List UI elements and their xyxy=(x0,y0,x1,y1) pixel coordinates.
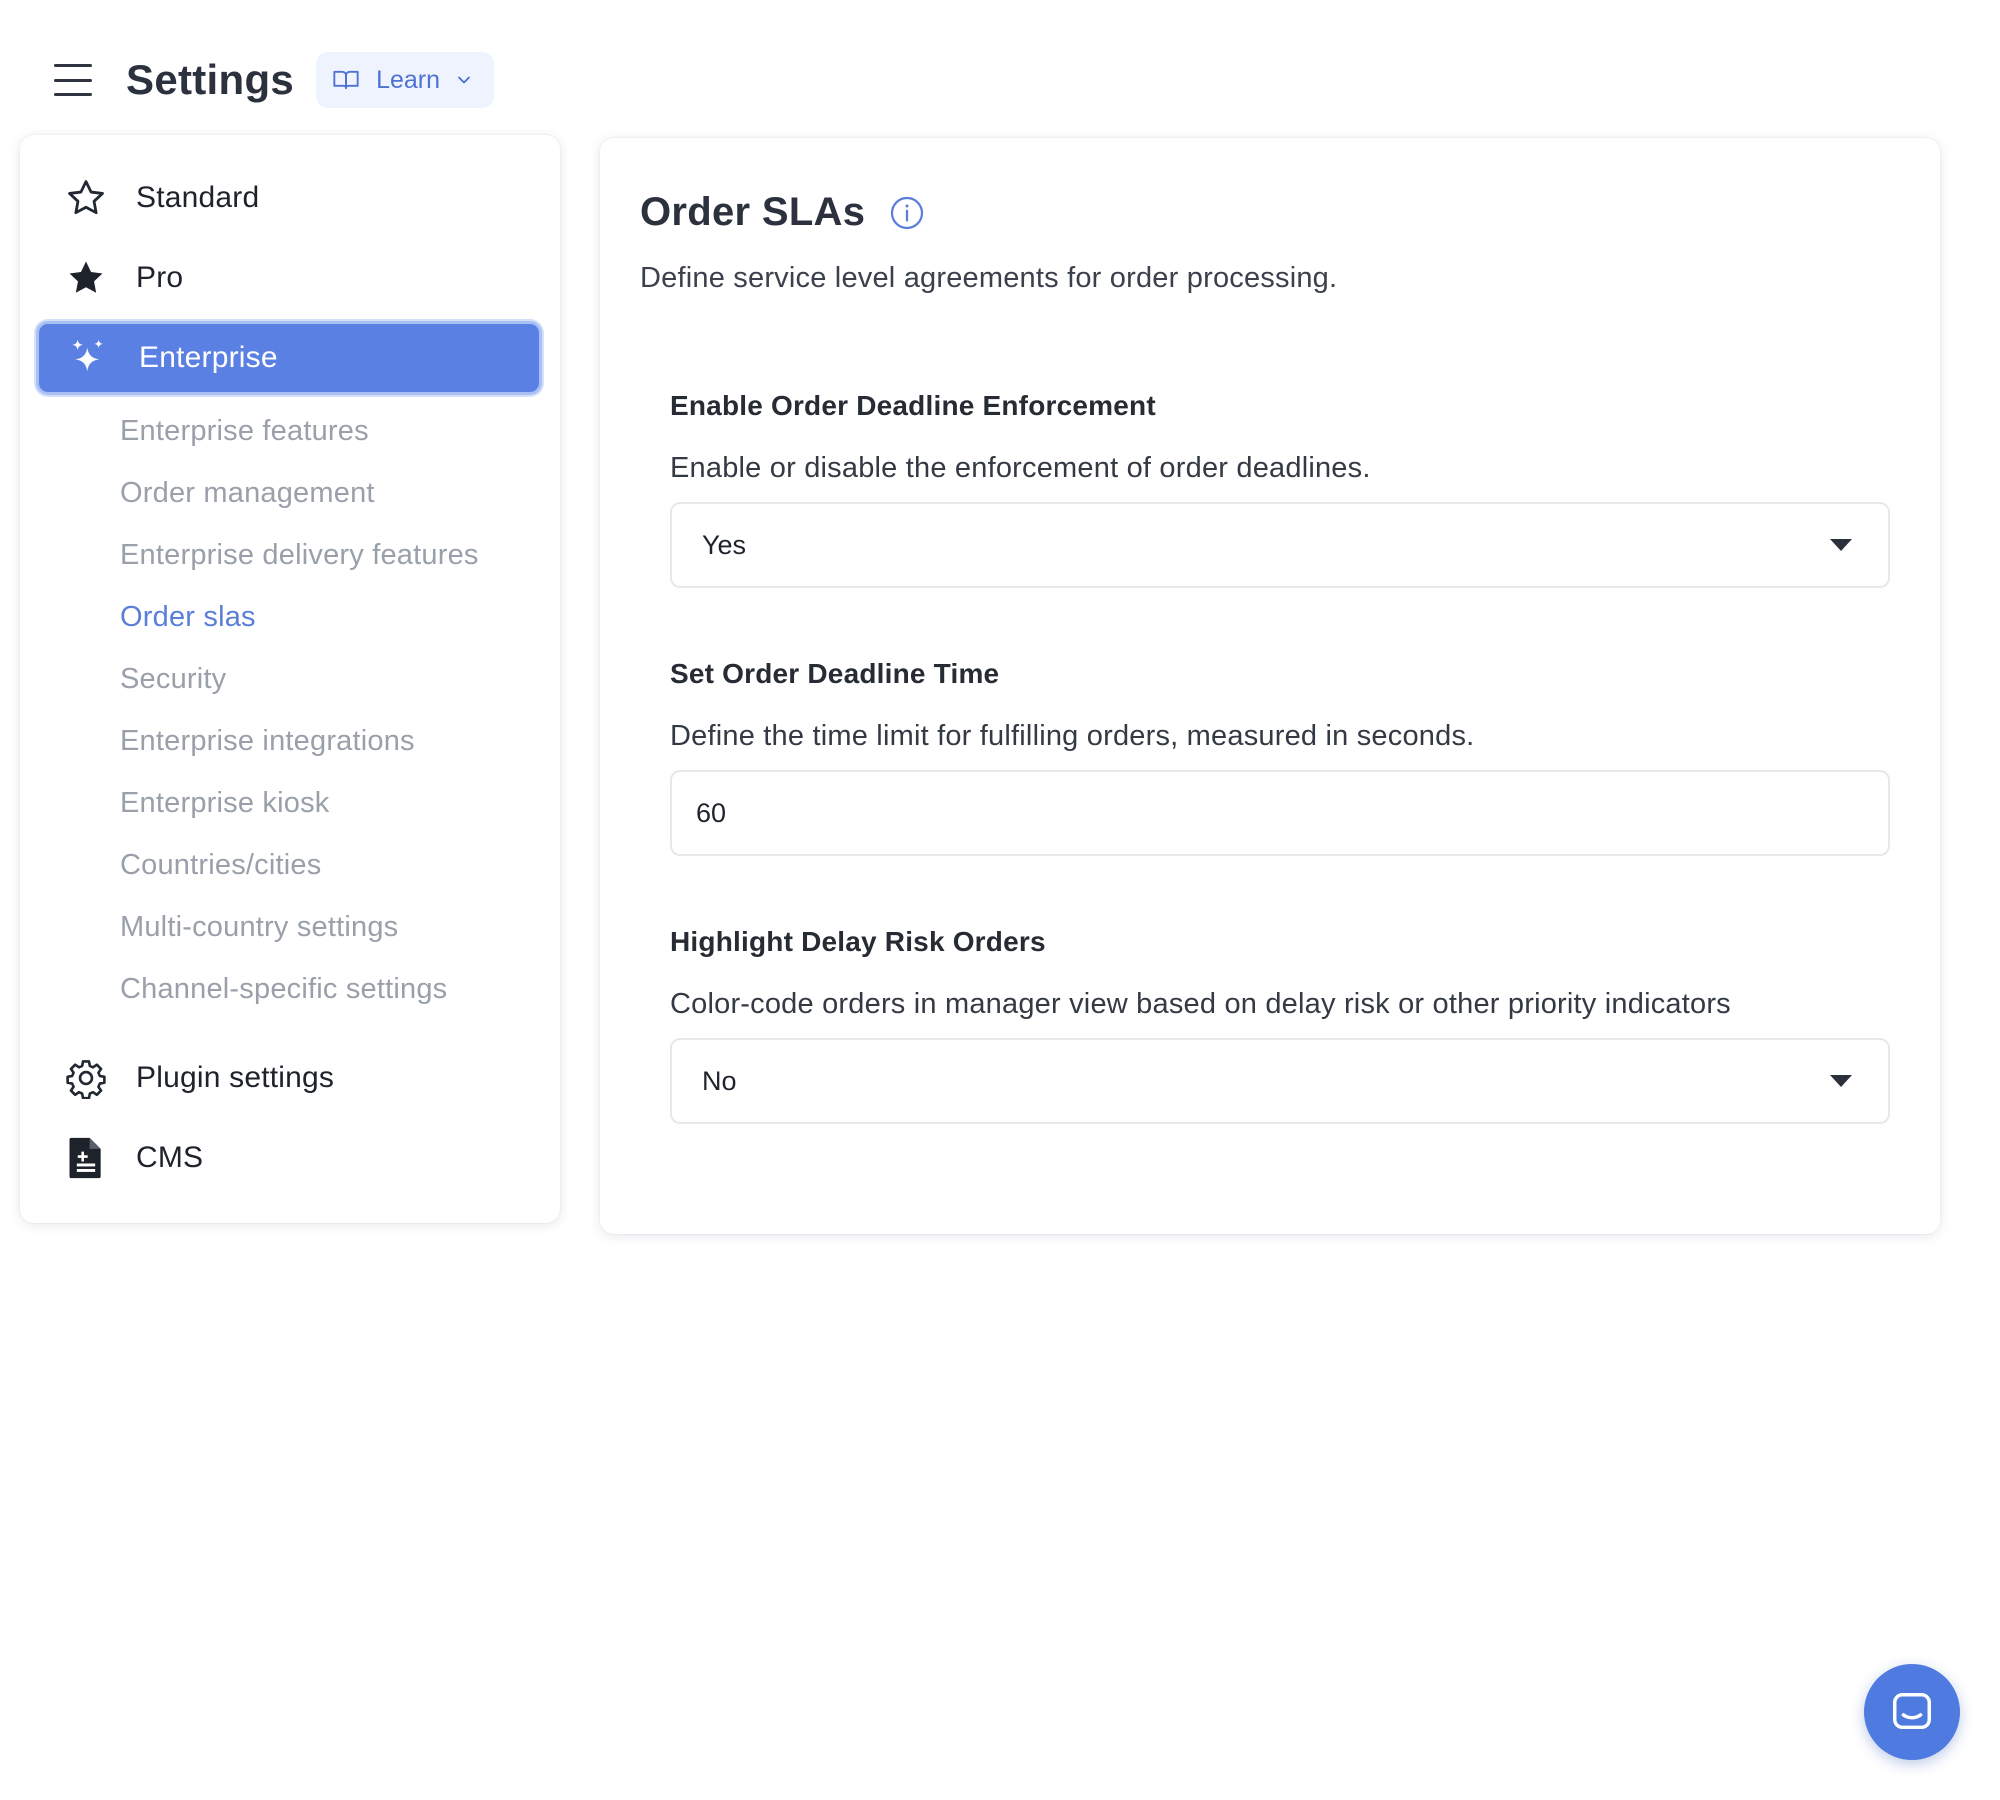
settings-sidebar: Standard Pro Enterprise Enterprise featu… xyxy=(20,135,560,1223)
sidebar-item-plugin-settings[interactable]: Plugin settings xyxy=(36,1041,542,1115)
section-title: Order SLAs xyxy=(640,190,866,234)
sidebar-item-standard[interactable]: Standard xyxy=(36,161,542,235)
deadline-time-input[interactable]: 60 xyxy=(670,770,1890,856)
sidebar-subitem-security[interactable]: Security xyxy=(120,663,226,696)
select-value: No xyxy=(702,1065,737,1096)
sidebar-subitem-order-slas[interactable]: Order slas xyxy=(120,601,256,634)
sidebar-subitem-order-management[interactable]: Order management xyxy=(120,477,375,510)
sidebar-subitem-multi-country-settings[interactable]: Multi-country settings xyxy=(120,911,398,944)
sidebar-item-enterprise[interactable]: Enterprise xyxy=(36,321,542,395)
sidebar-item-label: Pro xyxy=(136,261,184,294)
gear-icon xyxy=(64,1056,108,1100)
sidebar-item-label: Enterprise xyxy=(139,341,278,374)
sidebar-subitem-enterprise-features[interactable]: Enterprise features xyxy=(120,415,369,448)
hamburger-menu-icon[interactable] xyxy=(54,64,92,96)
delay-risk-help: Color-code orders in manager view based … xyxy=(670,988,1731,1020)
input-value: 60 xyxy=(696,797,727,828)
learn-label: Learn xyxy=(376,65,441,94)
caret-down-icon xyxy=(1830,539,1852,551)
chevron-down-icon xyxy=(458,76,470,84)
document-icon xyxy=(64,1136,108,1180)
delay-risk-select[interactable]: No xyxy=(670,1038,1890,1124)
book-icon xyxy=(333,70,359,90)
deadline-time-label: Set Order Deadline Time xyxy=(670,658,1000,689)
section-description: Define service level agreements for orde… xyxy=(640,262,1338,294)
info-icon[interactable] xyxy=(889,195,925,231)
sparkles-icon xyxy=(67,336,111,380)
sidebar-subitem-countries-cities[interactable]: Countries/cities xyxy=(120,849,321,882)
sidebar-subitem-channel-specific-settings[interactable]: Channel-specific settings xyxy=(120,973,447,1006)
star-outline-icon xyxy=(64,176,108,220)
sidebar-subitem-enterprise-integrations[interactable]: Enterprise integrations xyxy=(120,725,415,758)
select-value: Yes xyxy=(702,529,747,560)
page-header: Settings Learn xyxy=(54,52,495,108)
deadline-enforcement-label: Enable Order Deadline Enforcement xyxy=(670,390,1156,421)
sidebar-item-pro[interactable]: Pro xyxy=(36,241,542,315)
deadline-time-help: Define the time limit for fulfilling ord… xyxy=(670,720,1475,752)
deadline-enforcement-help: Enable or disable the enforcement of ord… xyxy=(670,452,1371,484)
sidebar-item-cms[interactable]: CMS xyxy=(36,1121,542,1195)
caret-down-icon xyxy=(1830,1075,1852,1087)
sidebar-item-label: CMS xyxy=(136,1141,204,1174)
delay-risk-label: Highlight Delay Risk Orders xyxy=(670,926,1046,957)
sidebar-subitem-enterprise-kiosk[interactable]: Enterprise kiosk xyxy=(120,787,330,820)
sidebar-item-label: Standard xyxy=(136,181,260,214)
learn-dropdown-button[interactable]: Learn xyxy=(316,52,495,108)
deadline-enforcement-select[interactable]: Yes xyxy=(670,502,1890,588)
sidebar-item-label: Plugin settings xyxy=(136,1061,335,1094)
section-header: Order SLAs xyxy=(640,190,925,235)
chat-icon xyxy=(1893,1693,1931,1730)
chat-launcher-button[interactable] xyxy=(1864,1664,1960,1760)
star-filled-icon xyxy=(64,256,108,300)
page-title: Settings xyxy=(126,56,295,103)
sidebar-subitem-enterprise-delivery-features[interactable]: Enterprise delivery features xyxy=(120,539,479,572)
order-slas-panel: Order SLAs Define service level agreemen… xyxy=(600,138,1940,1234)
